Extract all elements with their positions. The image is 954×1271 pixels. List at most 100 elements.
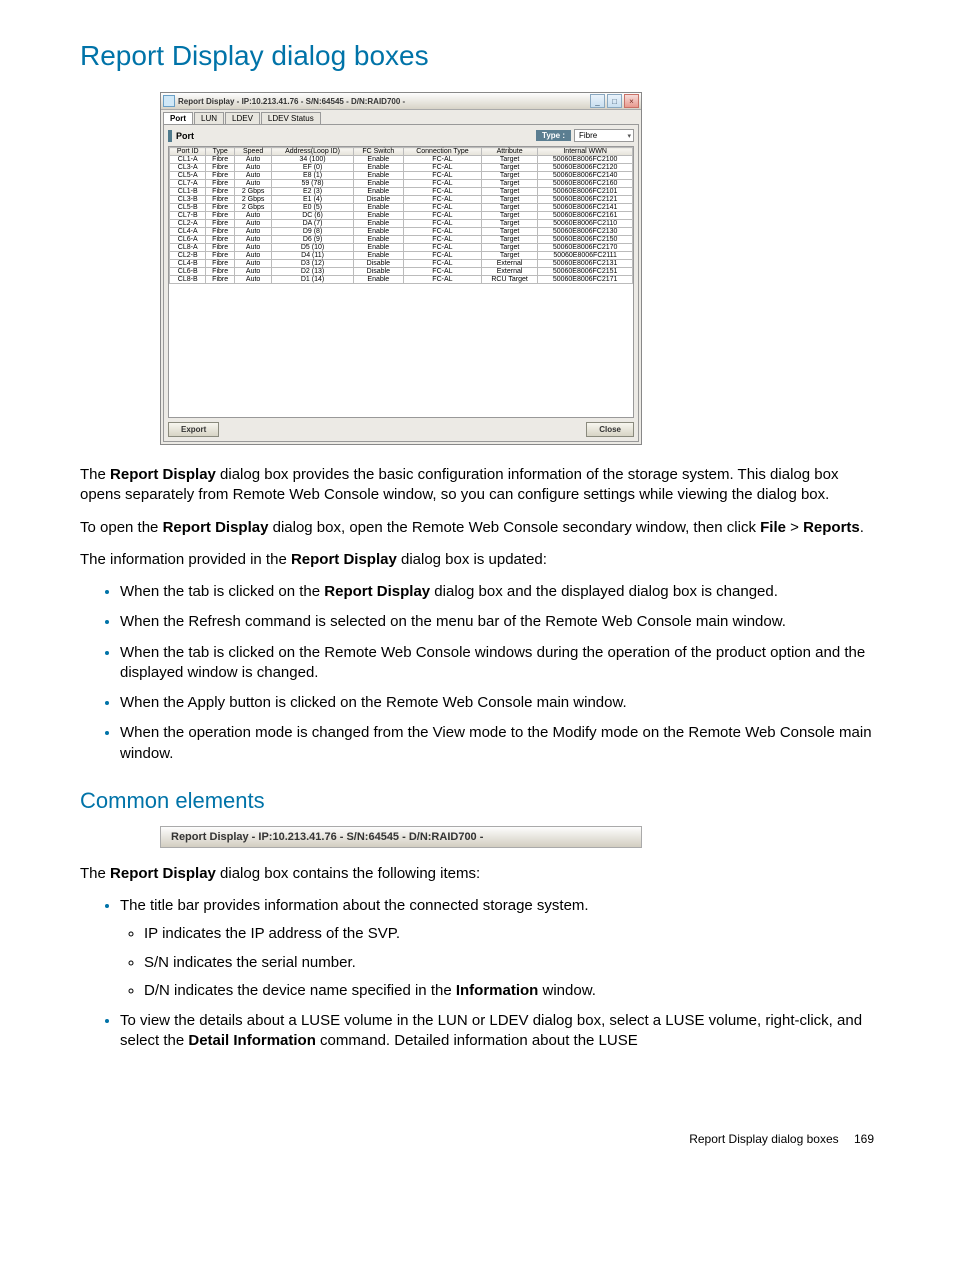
- table-cell: CL5-B: [170, 204, 206, 212]
- table-row[interactable]: CL8-AFibreAutoD5 (10)EnableFC-ALTarget50…: [170, 244, 633, 252]
- table-cell: Disable: [353, 196, 403, 204]
- table-cell: Fibre: [206, 260, 234, 268]
- table-cell: CL1-A: [170, 156, 206, 164]
- app-icon: [163, 95, 175, 107]
- column-header[interactable]: Speed: [234, 148, 271, 156]
- tab-ldev-status[interactable]: LDEV Status: [261, 112, 321, 124]
- table-row[interactable]: CL3-AFibreAutoEF (0)EnableFC-ALTarget500…: [170, 164, 633, 172]
- common-elements-list: The title bar provides information about…: [80, 896, 874, 1052]
- screenshot-dialog: Report Display - IP:10.213.41.76 - S/N:6…: [160, 92, 874, 445]
- table-cell: Target: [481, 204, 537, 212]
- table-row[interactable]: CL8-BFibreAutoD1 (14)EnableFC-ALRCU Targ…: [170, 276, 633, 284]
- table-cell: Fibre: [206, 180, 234, 188]
- table-row[interactable]: CL7-AFibreAuto59 (78)EnableFC-ALTarget50…: [170, 180, 633, 188]
- list-item: When the Apply button is clicked on the …: [120, 693, 874, 713]
- table-cell: Fibre: [206, 212, 234, 220]
- tab-port[interactable]: Port: [163, 112, 193, 124]
- list-item: D/N indicates the device name specified …: [144, 981, 874, 1001]
- table-row[interactable]: CL4-AFibreAutoD9 (8)EnableFC-ALTarget500…: [170, 228, 633, 236]
- table-cell: Auto: [234, 156, 271, 164]
- table-cell: D1 (14): [272, 276, 353, 284]
- column-header[interactable]: Port ID: [170, 148, 206, 156]
- table-cell: 50060E8006FC2121: [538, 196, 633, 204]
- column-header[interactable]: FC Switch: [353, 148, 403, 156]
- table-row[interactable]: CL7-BFibreAutoDC (6)EnableFC-ALTarget500…: [170, 212, 633, 220]
- list-item: S/N indicates the serial number.: [144, 953, 874, 973]
- table-cell: Target: [481, 244, 537, 252]
- table-cell: FC-AL: [403, 180, 481, 188]
- table-cell: Target: [481, 236, 537, 244]
- table-row[interactable]: CL1-BFibre2 GbpsE2 (3)EnableFC-ALTarget5…: [170, 188, 633, 196]
- column-header[interactable]: Type: [206, 148, 234, 156]
- table-cell: Auto: [234, 212, 271, 220]
- table-cell: Target: [481, 252, 537, 260]
- table-cell: Fibre: [206, 268, 234, 276]
- table-cell: D4 (11): [272, 252, 353, 260]
- table-cell: FC-AL: [403, 236, 481, 244]
- type-select[interactable]: Fibre: [574, 129, 634, 142]
- table-cell: DA (7): [272, 220, 353, 228]
- list-item: When the tab is clicked on the Remote We…: [120, 643, 874, 684]
- panel-marker: [168, 130, 172, 142]
- table-cell: Target: [481, 196, 537, 204]
- close-icon[interactable]: ×: [624, 94, 639, 108]
- table-cell: Disable: [353, 268, 403, 276]
- table-cell: Fibre: [206, 204, 234, 212]
- table-cell: Auto: [234, 260, 271, 268]
- table-cell: CL8-B: [170, 276, 206, 284]
- table-cell: Fibre: [206, 252, 234, 260]
- table-cell: E1 (4): [272, 196, 353, 204]
- table-row[interactable]: CL5-AFibreAutoE8 (1)EnableFC-ALTarget500…: [170, 172, 633, 180]
- table-cell: FC-AL: [403, 244, 481, 252]
- maximize-button[interactable]: □: [607, 94, 622, 108]
- panel-title: Port: [176, 131, 536, 141]
- table-row[interactable]: CL6-AFibreAutoD6 (9)EnableFC-ALTarget500…: [170, 236, 633, 244]
- table-cell: Enable: [353, 188, 403, 196]
- table-cell: Target: [481, 188, 537, 196]
- table-cell: 50060E8006FC2160: [538, 180, 633, 188]
- column-header[interactable]: Address(Loop ID): [272, 148, 353, 156]
- table-row[interactable]: CL1-AFibreAuto34 (100)EnableFC-ALTarget5…: [170, 156, 633, 164]
- table-row[interactable]: CL2-BFibreAutoD4 (11)EnableFC-ALTarget50…: [170, 252, 633, 260]
- tab-ldev[interactable]: LDEV: [225, 112, 260, 124]
- table-cell: Auto: [234, 164, 271, 172]
- column-header[interactable]: Connection Type: [403, 148, 481, 156]
- table-cell: FC-AL: [403, 220, 481, 228]
- table-cell: FC-AL: [403, 204, 481, 212]
- table-cell: 50060E8006FC2110: [538, 220, 633, 228]
- column-header[interactable]: Internal WWN: [538, 148, 633, 156]
- table-cell: CL7-B: [170, 212, 206, 220]
- table-cell: Enable: [353, 228, 403, 236]
- list-item: When the operation mode is changed from …: [120, 723, 874, 764]
- table-cell: D9 (8): [272, 228, 353, 236]
- table-cell: Target: [481, 212, 537, 220]
- table-row[interactable]: CL2-AFibreAutoDA (7)EnableFC-ALTarget500…: [170, 220, 633, 228]
- table-row[interactable]: CL4-BFibreAutoD3 (12)DisableFC-ALExterna…: [170, 260, 633, 268]
- table-cell: Fibre: [206, 196, 234, 204]
- table-cell: 50060E8006FC2120: [538, 164, 633, 172]
- table-cell: CL8-A: [170, 244, 206, 252]
- table-cell: Target: [481, 220, 537, 228]
- minimize-button[interactable]: _: [590, 94, 605, 108]
- table-cell: Target: [481, 180, 537, 188]
- close-button[interactable]: Close: [586, 422, 634, 437]
- table-cell: CL5-A: [170, 172, 206, 180]
- table-cell: Target: [481, 172, 537, 180]
- table-row[interactable]: CL5-BFibre2 GbpsE0 (5)EnableFC-ALTarget5…: [170, 204, 633, 212]
- tab-lun[interactable]: LUN: [194, 112, 224, 124]
- body-paragraph: The Report Display dialog box provides t…: [80, 465, 874, 506]
- table-cell: FC-AL: [403, 196, 481, 204]
- type-label: Type :: [536, 130, 571, 141]
- table-cell: FC-AL: [403, 228, 481, 236]
- export-button[interactable]: Export: [168, 422, 219, 437]
- list-item: The title bar provides information about…: [120, 896, 874, 1001]
- table-cell: Enable: [353, 220, 403, 228]
- column-header[interactable]: Attribute: [481, 148, 537, 156]
- table-cell: Enable: [353, 172, 403, 180]
- table-cell: 59 (78): [272, 180, 353, 188]
- table-cell: Enable: [353, 244, 403, 252]
- table-cell: 50060E8006FC2171: [538, 276, 633, 284]
- table-row[interactable]: CL3-BFibre2 GbpsE1 (4)DisableFC-ALTarget…: [170, 196, 633, 204]
- table-cell: 2 Gbps: [234, 188, 271, 196]
- table-row[interactable]: CL6-BFibreAutoD2 (13)DisableFC-ALExterna…: [170, 268, 633, 276]
